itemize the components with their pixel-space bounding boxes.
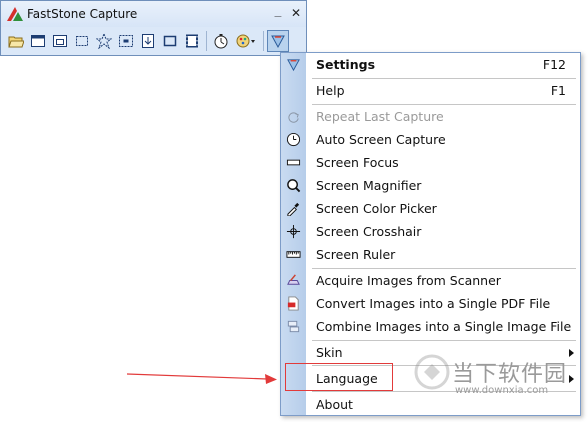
repeat-icon [285,108,302,125]
menu-item-label: Screen Crosshair [316,224,422,239]
delay-timer-button[interactable] [210,30,232,52]
video-recorder-icon [186,34,198,48]
capture-fullscreen-button[interactable] [115,30,137,52]
capture-window-icon [31,35,45,47]
toolbar-separator [263,31,264,51]
menu-item-auto-screen-capture[interactable]: Auto Screen Capture [281,128,580,151]
capture-rectangle-icon [76,36,88,46]
output-destination-icon [236,34,255,48]
combine-images-icon [285,318,302,335]
open-button[interactable] [5,30,27,52]
menu-item-help[interactable]: Help F1 [281,79,580,102]
scanner-icon [285,272,302,289]
menu-item-label: Skin [316,345,343,360]
menu-item-label: About [316,397,353,412]
close-button[interactable]: ✕ [289,5,303,21]
output-destination-button[interactable] [232,30,260,52]
capture-window-button[interactable] [27,30,49,52]
clock-icon [285,131,302,148]
crosshair-icon [285,223,302,240]
menu-item-convert-pdf[interactable]: Convert Images into a Single PDF File [281,292,580,315]
capture-freehand-button[interactable] [93,30,115,52]
ruler-icon [285,246,302,263]
toolbar-separator [206,31,207,51]
settings-menu-icon [271,35,285,49]
menu-item-label: Convert Images into a Single PDF File [316,296,551,311]
menu-item-label: Repeat Last Capture [316,109,444,124]
capture-object-button[interactable] [49,30,71,52]
menu-item-screen-color-picker[interactable]: Screen Color Picker [281,197,580,220]
window-title: FastStone Capture [27,7,138,21]
menu-item-label: Settings [316,57,376,72]
capture-freehand-icon [96,33,112,49]
watermark-text: 当下软件园 [452,362,568,387]
menu-item-label: Acquire Images from Scanner [316,273,501,288]
pdf-icon [285,295,302,312]
watermark-url: www.downxia.com [455,385,549,396]
video-recorder-button[interactable] [181,30,203,52]
capture-fullscreen-icon [119,35,133,47]
capture-rectangle-button[interactable] [71,30,93,52]
open-icon [8,36,24,48]
menu-item-label: Combine Images into a Single Image File [316,319,572,334]
menu-item-label: Help [316,83,345,98]
capture-scrolling-button[interactable] [137,30,159,52]
menu-item-screen-focus[interactable]: Screen Focus [281,151,580,174]
menu-item-label: Screen Focus [316,155,399,170]
shortcut-label: F12 [542,57,566,72]
menu-item-label: Screen Magnifier [316,178,422,193]
capture-fixed-region-icon [163,35,177,47]
focus-rect-icon [285,154,302,171]
faststone-logo-icon [7,7,23,21]
menu-item-settings[interactable]: Settings F12 [281,53,580,76]
menu-item-combine-images[interactable]: Combine Images into a Single Image File [281,315,580,338]
menu-item-screen-magnifier[interactable]: Screen Magnifier [281,174,580,197]
menu-item-label: Screen Ruler [316,247,396,262]
menu-item-screen-ruler[interactable]: Screen Ruler [281,243,580,266]
eyedropper-icon [285,200,302,217]
magnifier-icon [285,177,302,194]
menu-item-repeat-last-capture: Repeat Last Capture [281,105,580,128]
pointer-arrow-icon [127,373,277,384]
title-bar[interactable]: FastStone Capture _ ✕ [1,1,306,27]
minimize-button[interactable]: _ [271,3,285,19]
shortcut-label: F1 [550,83,566,98]
menu-item-label: Screen Color Picker [316,201,437,216]
delay-timer-icon [214,34,228,49]
capture-tools-row [5,29,303,53]
menu-item-acquire-scanner[interactable]: Acquire Images from Scanner [281,269,580,292]
highlight-box [285,363,393,391]
settings-menu-button[interactable] [267,30,289,52]
capture-object-icon [53,35,67,47]
menu-item-screen-crosshair[interactable]: Screen Crosshair [281,220,580,243]
settings-icon [285,56,302,73]
menu-item-label: Auto Screen Capture [316,132,446,147]
capture-fixed-region-button[interactable] [159,30,181,52]
capture-toolbar-window: FastStone Capture _ ✕ [0,0,307,56]
capture-scrolling-icon [142,34,154,48]
